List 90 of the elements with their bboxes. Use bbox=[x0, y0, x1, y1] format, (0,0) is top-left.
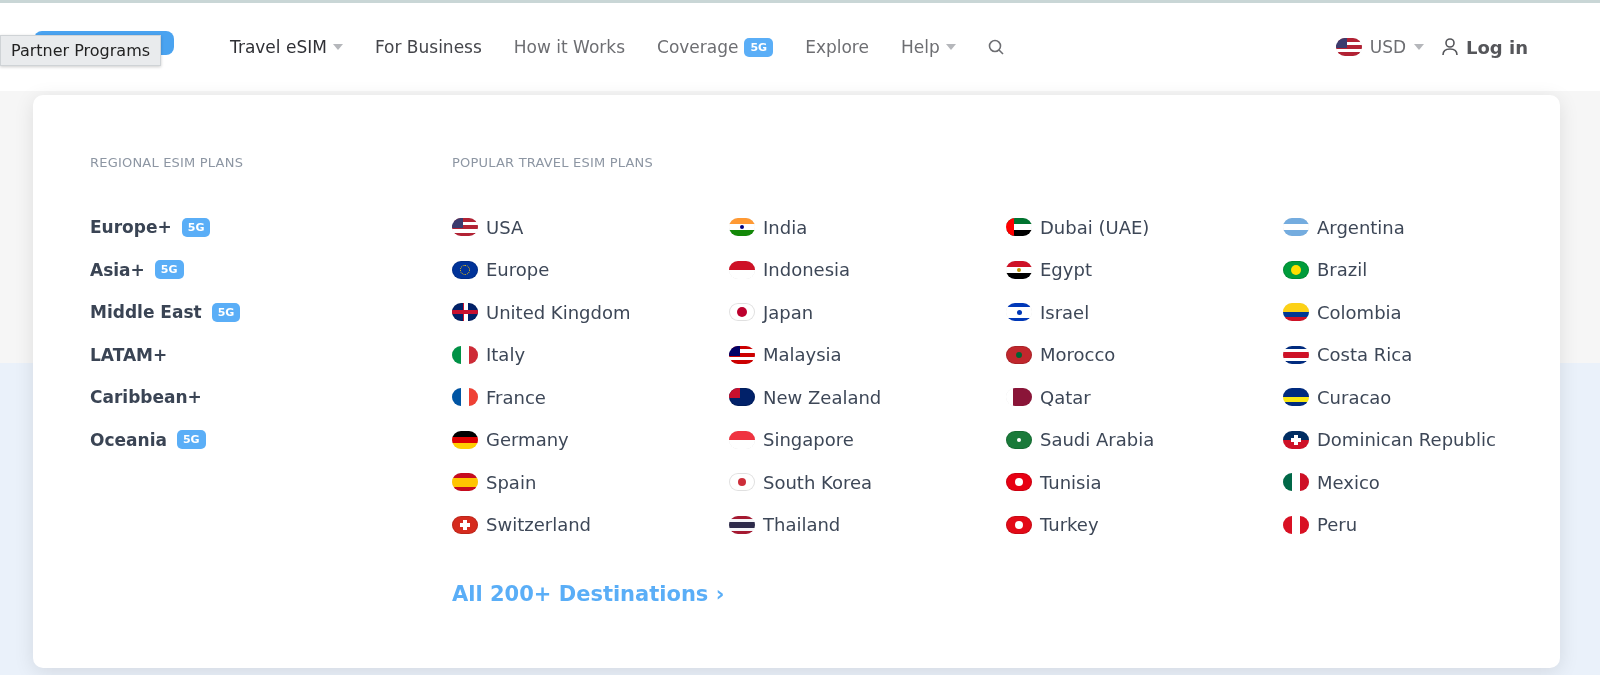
flag-icon bbox=[1006, 515, 1032, 534]
badge: 5G bbox=[211, 302, 241, 322]
flag-icon bbox=[1283, 473, 1309, 492]
country-link[interactable]: Israel bbox=[1006, 291, 1283, 334]
flag-icon bbox=[452, 473, 478, 492]
country-link[interactable]: Argentina bbox=[1283, 206, 1560, 249]
country-link[interactable]: Brazil bbox=[1283, 248, 1560, 291]
nav-link[interactable]: Explore bbox=[805, 33, 869, 61]
login-button[interactable]: Log in bbox=[1442, 36, 1528, 58]
flag-icon bbox=[1006, 218, 1032, 237]
country-link[interactable]: India bbox=[729, 206, 1006, 249]
tooltip: Partner Programs bbox=[0, 35, 162, 66]
flag-icon bbox=[452, 303, 478, 322]
caret-icon bbox=[1414, 44, 1424, 50]
badge: 5G bbox=[154, 260, 184, 280]
badge: 5G bbox=[176, 430, 206, 450]
flag-icon bbox=[1006, 303, 1032, 322]
flag-icon bbox=[729, 260, 755, 279]
country-link[interactable]: Morocco bbox=[1006, 333, 1283, 376]
nav-link[interactable]: Help bbox=[900, 33, 956, 61]
flag-icon bbox=[1283, 430, 1309, 449]
country-link[interactable]: Switzerland bbox=[452, 503, 729, 546]
flag-icon bbox=[729, 430, 755, 449]
country-link[interactable]: Turkey bbox=[1006, 503, 1283, 546]
flag-icon bbox=[1006, 260, 1032, 279]
flag-icon bbox=[1283, 218, 1309, 237]
nav-link[interactable]: For Business bbox=[374, 33, 482, 61]
flag-icon bbox=[1283, 345, 1309, 364]
flag-icon bbox=[1006, 430, 1032, 449]
country-link[interactable]: Mexico bbox=[1283, 461, 1560, 504]
flag-icon bbox=[729, 388, 755, 407]
flag-icon bbox=[729, 515, 755, 534]
country-link[interactable]: Tunisia bbox=[1006, 461, 1283, 504]
country-link[interactable]: Dubai (UAE) bbox=[1006, 206, 1283, 249]
flag-icon bbox=[452, 388, 478, 407]
flag-icon bbox=[1006, 345, 1032, 364]
flag-icon bbox=[1006, 388, 1032, 407]
flag-icon bbox=[729, 473, 755, 492]
country-link[interactable]: Europe bbox=[452, 248, 729, 291]
currency-selector[interactable]: USD bbox=[1335, 37, 1424, 57]
country-link[interactable]: Singapore bbox=[729, 418, 1006, 461]
section-heading: POPULAR TRAVEL ESIM PLANS bbox=[452, 155, 654, 170]
flag-icon bbox=[729, 218, 755, 237]
region-link[interactable]: Middle East 5G bbox=[90, 291, 452, 334]
search-icon[interactable] bbox=[987, 39, 1004, 55]
flag-icon bbox=[452, 260, 478, 279]
country-link[interactable]: Qatar bbox=[1006, 376, 1283, 419]
country-link[interactable]: Colombia bbox=[1283, 291, 1560, 334]
country-link[interactable]: Dominican Republic bbox=[1283, 418, 1560, 461]
country-link[interactable]: Peru bbox=[1283, 503, 1560, 546]
country-link[interactable]: Germany bbox=[452, 418, 729, 461]
region-link[interactable]: Europe+ 5G bbox=[90, 206, 452, 249]
flag-icon bbox=[1283, 388, 1309, 407]
region-link[interactable]: LATAM+ bbox=[90, 333, 452, 376]
badge: 5G bbox=[744, 37, 774, 57]
country-link[interactable]: South Korea bbox=[729, 461, 1006, 504]
country-link[interactable]: Curacao bbox=[1283, 376, 1560, 419]
country-link[interactable]: New Zealand bbox=[729, 376, 1006, 419]
flag-icon bbox=[729, 345, 755, 364]
badge: 5G bbox=[181, 217, 211, 237]
flag-icon bbox=[452, 218, 478, 237]
flag-icon bbox=[1335, 38, 1362, 56]
flag-icon bbox=[452, 430, 478, 449]
region-link[interactable]: Oceania 5G bbox=[90, 418, 452, 461]
flag-icon bbox=[1283, 260, 1309, 279]
country-link[interactable]: Italy bbox=[452, 333, 729, 376]
country-link[interactable]: Egypt bbox=[1006, 248, 1283, 291]
user-icon bbox=[1442, 38, 1458, 56]
flag-icon bbox=[1006, 473, 1032, 492]
flag-icon bbox=[729, 303, 755, 322]
flag-icon bbox=[452, 515, 478, 534]
flag-icon bbox=[1283, 515, 1309, 534]
region-link[interactable]: Asia+ 5G bbox=[90, 248, 452, 291]
nav-link[interactable]: Coverage 5G bbox=[657, 33, 774, 61]
country-link[interactable]: Spain bbox=[452, 461, 729, 504]
country-link[interactable]: USA bbox=[452, 206, 729, 249]
flag-icon bbox=[452, 345, 478, 364]
country-link[interactable]: Saudi Arabia bbox=[1006, 418, 1283, 461]
country-link[interactable]: United Kingdom bbox=[452, 291, 729, 334]
country-link[interactable]: Malaysia bbox=[729, 333, 1006, 376]
country-link[interactable]: France bbox=[452, 376, 729, 419]
country-link[interactable]: Japan bbox=[729, 291, 1006, 334]
country-link[interactable]: Indonesia bbox=[729, 248, 1006, 291]
country-link[interactable]: Thailand bbox=[729, 503, 1006, 546]
nav-link[interactable]: How it Works bbox=[513, 33, 625, 61]
region-link[interactable]: Caribbean+ bbox=[90, 376, 452, 419]
flag-icon bbox=[1283, 303, 1309, 322]
section-heading: REGIONAL ESIM PLANS bbox=[90, 155, 245, 170]
country-link[interactable]: Costa Rica bbox=[1283, 333, 1560, 376]
nav-link[interactable]: Travel eSIM bbox=[230, 33, 343, 61]
